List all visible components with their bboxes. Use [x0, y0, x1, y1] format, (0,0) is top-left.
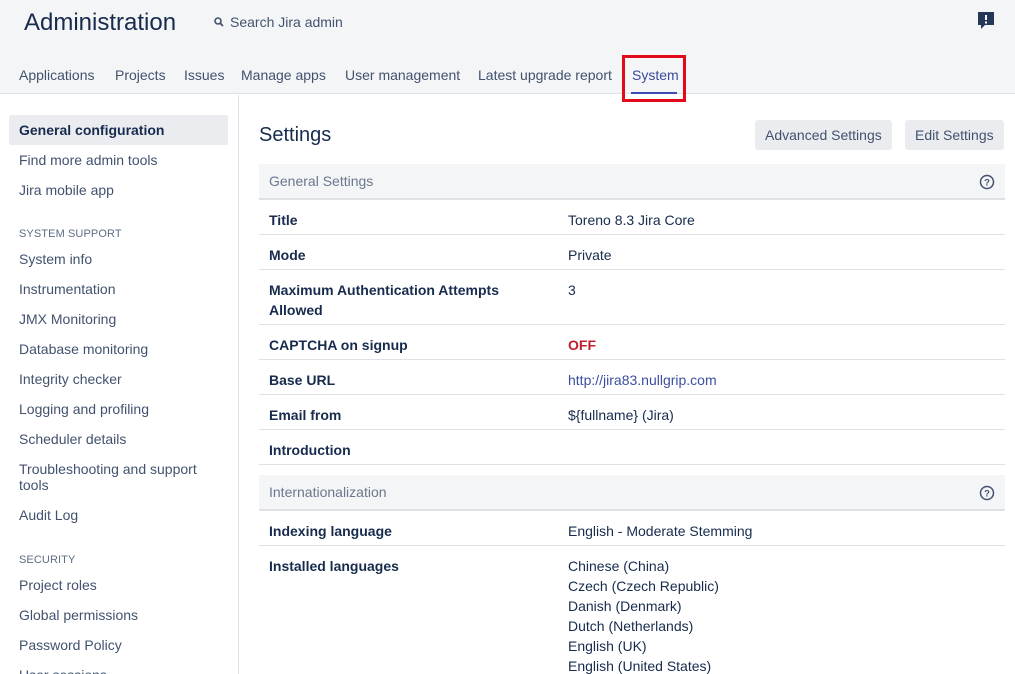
- sidebar-item-jmx-monitoring[interactable]: JMX Monitoring: [9, 304, 228, 334]
- language-item: English (United States): [568, 658, 712, 674]
- settings-row-mode: Mode Private: [259, 235, 1005, 270]
- search-icon: [214, 17, 224, 27]
- row-value: 3: [568, 282, 576, 298]
- settings-row-email-from: Email from ${fullname} (Jira): [259, 395, 1005, 430]
- language-item: English (UK): [568, 638, 647, 654]
- row-label: Mode: [269, 247, 306, 263]
- sidebar-item-integrity-checker[interactable]: Integrity checker: [9, 364, 228, 394]
- search-placeholder: Search Jira admin: [230, 14, 343, 30]
- page-header-title: Administration: [24, 9, 177, 36]
- admin-tabs: Applications Projects Issues Manage apps…: [0, 58, 1015, 94]
- tab-applications[interactable]: Applications: [19, 67, 95, 83]
- row-label: Installed languages: [269, 558, 399, 574]
- language-item: Chinese (China): [568, 558, 670, 574]
- row-label: Base URL: [269, 372, 336, 388]
- sidebar-item-logging-and-profiling[interactable]: Logging and profiling: [9, 394, 228, 424]
- admin-header: Administration Search Jira admin Applica…: [0, 0, 1015, 94]
- settings-row-introduction: Introduction: [259, 430, 1005, 465]
- settings-row-captcha: CAPTCHA on signup OFF: [259, 325, 1005, 360]
- tab-projects[interactable]: Projects: [115, 67, 166, 83]
- help-icon[interactable]: ?: [979, 485, 995, 501]
- row-value: Toreno 8.3 Jira Core: [568, 212, 695, 228]
- section-title-general-settings: General Settings: [269, 173, 374, 189]
- sidebar-item-global-permissions[interactable]: Global permissions: [9, 600, 228, 630]
- general-settings-header: General Settings ?: [259, 164, 1005, 200]
- sidebar-item-general-configuration[interactable]: General configuration: [9, 115, 228, 145]
- sidebar-item-project-roles[interactable]: Project roles: [9, 570, 228, 600]
- sidebar-item-user-sessions[interactable]: User sessions: [9, 660, 228, 674]
- language-item: Dutch (Netherlands): [568, 618, 694, 634]
- tab-issues[interactable]: Issues: [184, 67, 224, 83]
- sidebar-heading-system-support: SYSTEM SUPPORT: [19, 228, 122, 240]
- row-label: Maximum Authentication Attempts Allowed: [269, 282, 499, 318]
- sidebar-item-audit-log[interactable]: Audit Log: [9, 500, 228, 530]
- help-icon[interactable]: ?: [979, 174, 995, 190]
- search-jira-admin[interactable]: Search Jira admin: [214, 12, 343, 32]
- settings-row-max-auth-attempts: Maximum Authentication Attempts Allowed …: [259, 270, 1005, 325]
- sidebar-item-troubleshooting-and-support-tools[interactable]: Troubleshooting and support tools: [9, 454, 228, 494]
- sidebar-heading-security: SECURITY: [19, 554, 76, 566]
- captcha-status-value: OFF: [568, 337, 596, 353]
- sidebar-item-jira-mobile-app[interactable]: Jira mobile app: [9, 175, 228, 205]
- sidebar-item-scheduler-details[interactable]: Scheduler details: [9, 424, 228, 454]
- row-label: CAPTCHA on signup: [269, 337, 408, 353]
- tab-user-management[interactable]: User management: [345, 67, 460, 83]
- language-item: Danish (Denmark): [568, 598, 682, 614]
- feedback-icon[interactable]: [977, 11, 995, 31]
- settings-row-base-url: Base URL http://jira83.nullgrip.com: [259, 360, 1005, 395]
- sidebar-item-password-policy[interactable]: Password Policy: [9, 630, 228, 660]
- sidebar-item-database-monitoring[interactable]: Database monitoring: [9, 334, 228, 364]
- sidebar-item-system-info[interactable]: System info: [9, 244, 228, 274]
- svg-text:?: ?: [984, 178, 990, 189]
- edit-settings-button[interactable]: Edit Settings: [905, 120, 1004, 150]
- row-value: English - Moderate Stemming: [568, 523, 753, 539]
- row-label: Email from: [269, 407, 342, 423]
- row-label: Indexing language: [269, 523, 392, 539]
- settings-row-title: Title Toreno 8.3 Jira Core: [259, 200, 1005, 235]
- tab-manage-apps[interactable]: Manage apps: [241, 67, 326, 83]
- language-item: Czech (Czech Republic): [568, 578, 719, 594]
- sidebar-item-instrumentation[interactable]: Instrumentation: [9, 274, 228, 304]
- admin-sidebar: General configuration Find more admin to…: [0, 95, 239, 674]
- section-title-internationalization: Internationalization: [269, 484, 387, 500]
- row-value: ${fullname} (Jira): [568, 407, 674, 423]
- settings-row-indexing-language: Indexing language English - Moderate Ste…: [259, 511, 1005, 546]
- row-value: Private: [568, 247, 612, 263]
- settings-row-installed-languages: Installed languages Chinese (China) Czec…: [259, 546, 1005, 674]
- tab-latest-upgrade-report[interactable]: Latest upgrade report: [478, 67, 612, 83]
- settings-content: Settings Advanced Settings Edit Settings…: [259, 95, 1005, 674]
- internationalization-header: Internationalization ?: [259, 475, 1005, 511]
- page-title: Settings: [259, 124, 332, 146]
- installed-languages-list: Chinese (China) Czech (Czech Republic) D…: [568, 556, 719, 674]
- advanced-settings-button[interactable]: Advanced Settings: [755, 120, 892, 150]
- row-label: Introduction: [269, 442, 351, 458]
- svg-text:?: ?: [984, 489, 990, 500]
- sidebar-item-find-more-admin-tools[interactable]: Find more admin tools: [9, 145, 228, 175]
- row-label: Title: [269, 212, 298, 228]
- base-url-link[interactable]: http://jira83.nullgrip.com: [568, 370, 717, 390]
